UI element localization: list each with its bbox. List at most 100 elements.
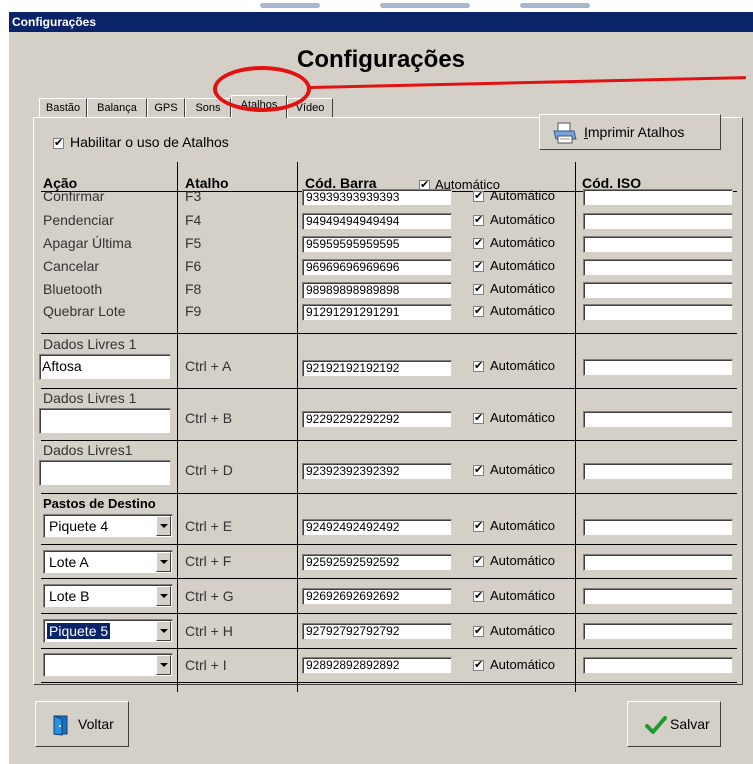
- tab-balanca[interactable]: Balança: [87, 98, 147, 117]
- barcode-input[interactable]: 92292292292292: [302, 411, 452, 428]
- auto-checkbox[interactable]: Automático: [473, 657, 555, 672]
- iso-input[interactable]: [583, 554, 733, 571]
- auto-label: Automático: [490, 553, 556, 568]
- auto-label: Automático: [490, 657, 556, 672]
- row-divider: [41, 493, 737, 494]
- iso-input[interactable]: [583, 213, 733, 230]
- auto-checkbox[interactable]: Automático: [473, 235, 555, 250]
- barcode-input[interactable]: 96969696969696: [302, 259, 452, 276]
- back-button[interactable]: Voltar: [35, 701, 129, 747]
- checkbox-checked-icon: [473, 554, 484, 568]
- chevron-down-icon[interactable]: [156, 621, 171, 641]
- shortcut-key: Ctrl + D: [185, 462, 233, 478]
- auto-checkbox[interactable]: Automático: [473, 358, 555, 373]
- auto-label: Automático: [490, 235, 556, 250]
- auto-checkbox[interactable]: Automático: [473, 188, 555, 203]
- free-data-input[interactable]: Aftosa: [39, 354, 171, 380]
- iso-input[interactable]: [583, 519, 733, 536]
- barcode-input[interactable]: 93939393939393: [302, 189, 452, 206]
- column-divider: [177, 162, 178, 692]
- iso-input[interactable]: [583, 259, 733, 276]
- auto-checkbox[interactable]: Automático: [473, 588, 555, 603]
- shortcut-key: Ctrl + G: [185, 588, 234, 604]
- barcode-input[interactable]: 92692692692692: [302, 588, 452, 605]
- save-button[interactable]: Salvar: [627, 701, 721, 747]
- chevron-down-icon[interactable]: [156, 516, 171, 536]
- row-divider: [41, 544, 737, 545]
- printer-icon: [553, 122, 577, 144]
- barcode-input[interactable]: 92392392392392: [302, 463, 452, 480]
- tab-bastao[interactable]: Bastão: [39, 98, 87, 117]
- iso-input[interactable]: [583, 463, 733, 480]
- column-divider: [297, 162, 298, 692]
- auto-checkbox[interactable]: Automático: [473, 623, 555, 638]
- door-exit-icon: [53, 715, 68, 736]
- pasto-select[interactable]: Piquete 4: [43, 514, 173, 538]
- checkmark-icon: [645, 716, 667, 734]
- auto-checkbox[interactable]: Automático: [473, 303, 555, 318]
- barcode-input[interactable]: 92592592592592: [302, 554, 452, 571]
- pasto-value: Piquete 4: [49, 518, 109, 534]
- iso-input[interactable]: [583, 282, 733, 299]
- background-strip-top: [0, 0, 753, 12]
- barcode-input[interactable]: 98989898989898: [302, 282, 452, 299]
- auto-checkbox[interactable]: Automático: [473, 281, 555, 296]
- print-shortcuts-button[interactable]: Imprimir Atalhos: [539, 114, 721, 150]
- auto-checkbox[interactable]: Automático: [473, 553, 555, 568]
- free-data-input[interactable]: [39, 460, 171, 486]
- auto-checkbox[interactable]: Automático: [473, 258, 555, 273]
- barcode-input[interactable]: 94949494949494: [302, 213, 452, 230]
- pasto-select[interactable]: [43, 653, 173, 677]
- row-divider: [41, 648, 737, 649]
- background-blur: [260, 3, 320, 8]
- pasto-select[interactable]: Piquete 5: [43, 619, 173, 643]
- barcode-input[interactable]: 92792792792792: [302, 623, 452, 640]
- checkbox-checked-icon: [473, 589, 484, 603]
- iso-input[interactable]: [583, 236, 733, 253]
- barcode-input[interactable]: 91291291291291: [302, 304, 452, 321]
- shortcut-key: Ctrl + H: [185, 623, 233, 639]
- action-label: Quebrar Lote: [43, 303, 126, 319]
- checkbox-checked-icon: [473, 624, 484, 638]
- pasto-select[interactable]: Lote A: [43, 550, 173, 574]
- shortcut-key: Ctrl + A: [185, 358, 232, 374]
- iso-input[interactable]: [583, 623, 733, 640]
- action-label: Pendenciar: [43, 212, 114, 228]
- enable-shortcuts-checkbox[interactable]: Habilitar o uso de Atalhos: [53, 134, 229, 150]
- iso-input[interactable]: [583, 588, 733, 605]
- free-data-label: Dados Livres 1: [43, 336, 137, 352]
- page-title: Configurações: [296, 46, 466, 73]
- iso-input[interactable]: [583, 657, 733, 674]
- barcode-input[interactable]: 92192192192192: [302, 360, 452, 377]
- tab-gps[interactable]: GPS: [147, 98, 185, 117]
- barcode-input[interactable]: 95959595959595: [302, 236, 452, 253]
- auto-checkbox[interactable]: Automático: [473, 462, 555, 477]
- shortcut-key: F5: [185, 235, 202, 251]
- chevron-down-icon[interactable]: [156, 552, 171, 572]
- iso-input[interactable]: [583, 304, 733, 321]
- chevron-down-icon[interactable]: [156, 586, 171, 606]
- checkbox-checked-icon: [473, 411, 484, 425]
- checkbox-checked-icon: [473, 259, 484, 273]
- shortcut-key: F9: [185, 303, 202, 319]
- chevron-down-icon[interactable]: [156, 655, 171, 675]
- iso-input[interactable]: [583, 189, 733, 206]
- save-label: Salvar: [670, 716, 710, 732]
- iso-input[interactable]: [583, 359, 733, 376]
- auto-checkbox[interactable]: Automático: [473, 212, 555, 227]
- action-label: Bluetooth: [43, 281, 103, 297]
- pasto-select[interactable]: Lote B: [43, 584, 173, 608]
- shortcut-key: Ctrl + E: [185, 518, 233, 534]
- iso-input[interactable]: [583, 411, 733, 428]
- checkbox-checked-icon: [473, 282, 484, 296]
- barcode-input[interactable]: 92892892892892: [302, 657, 452, 674]
- auto-label: Automático: [490, 623, 556, 638]
- auto-checkbox[interactable]: Automático: [473, 518, 555, 533]
- auto-checkbox[interactable]: Automático: [473, 410, 555, 425]
- auto-label: Automático: [490, 258, 556, 273]
- shortcut-key: Ctrl + B: [185, 410, 233, 426]
- barcode-input[interactable]: 92492492492492: [302, 519, 452, 536]
- row-divider: [41, 333, 737, 334]
- window-title[interactable]: Configurações: [9, 12, 753, 32]
- free-data-input[interactable]: [39, 408, 171, 434]
